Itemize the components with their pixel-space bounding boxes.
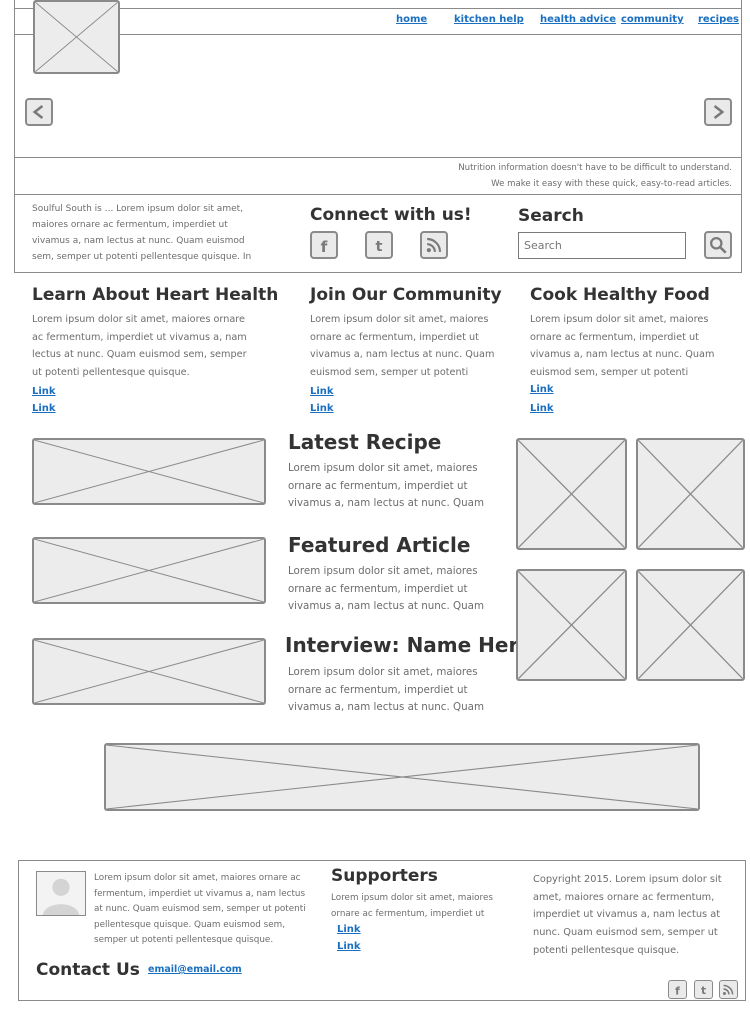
connect-title: Connect with us! <box>310 205 472 225</box>
user-silhouette-icon <box>42 878 80 915</box>
nav-bottom-rule <box>14 34 742 35</box>
nav-home[interactable]: home <box>396 14 427 25</box>
connect-rss-button[interactable] <box>420 231 448 259</box>
feature-1-link-1[interactable]: Link <box>32 386 56 397</box>
article-text-3: Lorem ipsum dolor sit amet, maiores orna… <box>288 666 484 714</box>
rss-icon <box>426 237 442 253</box>
connect-twitter-button[interactable]: t <box>365 231 393 259</box>
copyright-text: Copyright 2015. Lorem ipsum dolor sit am… <box>533 874 722 956</box>
feature-text-1: Lorem ipsum dolor sit amet, maiores orna… <box>32 314 247 379</box>
nav-top-rule <box>14 8 742 9</box>
supporters-link-1[interactable]: Link <box>337 924 361 935</box>
chevron-right-icon <box>713 104 725 120</box>
nav-kitchen-help[interactable]: kitchen help <box>454 14 524 25</box>
article-text-1: Lorem ipsum dolor sit amet, maiores orna… <box>288 462 484 510</box>
feature-2-link-1[interactable]: Link <box>310 386 334 397</box>
about-text: Soulful South is ... Lorem ipsum dolor s… <box>32 204 252 262</box>
feature-text-2: Lorem ipsum dolor sit amet, maiores orna… <box>310 314 495 379</box>
carousel-next-button[interactable] <box>704 98 732 126</box>
article-image-2[interactable] <box>32 537 266 604</box>
rss-icon <box>722 984 734 996</box>
supporters-title: Supporters <box>331 866 438 886</box>
twitter-icon: t <box>376 238 383 255</box>
article-title-2[interactable]: Featured Article <box>288 533 470 557</box>
tagline-line-1: Nutrition information doesn't have to be… <box>458 163 732 173</box>
facebook-icon: f <box>321 238 328 256</box>
footer-twitter-button[interactable]: t <box>694 980 713 999</box>
feature-2-link-2[interactable]: Link <box>310 403 334 414</box>
nav-health-advice[interactable]: health advice <box>540 14 616 25</box>
feature-text-3: Lorem ipsum dolor sit amet, maiores orna… <box>530 314 715 379</box>
banner-placeholder[interactable] <box>104 743 700 811</box>
svg-text:t: t <box>701 984 706 997</box>
search-title: Search <box>518 206 584 226</box>
twitter-icon: t <box>701 984 706 997</box>
svg-text:t: t <box>376 238 383 255</box>
article-title-1[interactable]: Latest Recipe <box>288 430 441 454</box>
search-icon <box>710 237 727 254</box>
search-button[interactable] <box>704 231 732 259</box>
feature-3-link-1[interactable]: Link <box>530 384 554 395</box>
feature-title-3: Cook Healthy Food <box>530 285 710 305</box>
carousel-prev-button[interactable] <box>25 98 53 126</box>
feature-3-link-2[interactable]: Link <box>530 403 554 414</box>
footer-bio: Lorem ipsum dolor sit amet, maiores orna… <box>94 873 306 946</box>
feature-title-1: Learn About Heart Health <box>32 285 279 305</box>
tagline-line-2: We make it easy with these quick, easy-t… <box>491 178 732 189</box>
footer-facebook-button[interactable]: f <box>668 980 687 999</box>
tagline-text: Nutrition information doesn't have to be… <box>300 161 732 192</box>
gallery-image-3[interactable] <box>516 569 627 681</box>
facebook-icon: f <box>675 984 680 997</box>
svg-text:f: f <box>321 238 328 256</box>
feature-title-2: Join Our Community <box>310 285 502 305</box>
svg-text:f: f <box>675 984 680 997</box>
contact-title: Contact Us <box>36 960 140 980</box>
connect-facebook-button[interactable]: f <box>310 231 338 259</box>
article-text-2: Lorem ipsum dolor sit amet, maiores orna… <box>288 565 484 613</box>
avatar <box>36 871 86 916</box>
article-title-3[interactable]: Interview: Name Here <box>285 633 532 657</box>
gallery-image-2[interactable] <box>636 438 745 550</box>
article-image-3[interactable] <box>32 638 266 705</box>
nav-recipes[interactable]: recipes <box>698 14 739 25</box>
gallery-image-4[interactable] <box>636 569 745 681</box>
chevron-left-icon <box>32 104 44 120</box>
gallery-image-1[interactable] <box>516 438 627 550</box>
feature-1-link-2[interactable]: Link <box>32 403 56 414</box>
nav-community[interactable]: community <box>621 14 684 25</box>
contact-email-link[interactable]: email@email.com <box>148 964 242 975</box>
supporters-text: Lorem ipsum dolor sit amet, maiores orna… <box>331 893 493 919</box>
article-image-1[interactable] <box>32 438 266 505</box>
supporters-link-2[interactable]: Link <box>337 941 361 952</box>
logo-placeholder[interactable] <box>33 0 120 74</box>
search-input[interactable] <box>518 232 686 259</box>
footer-rss-button[interactable] <box>719 980 738 999</box>
